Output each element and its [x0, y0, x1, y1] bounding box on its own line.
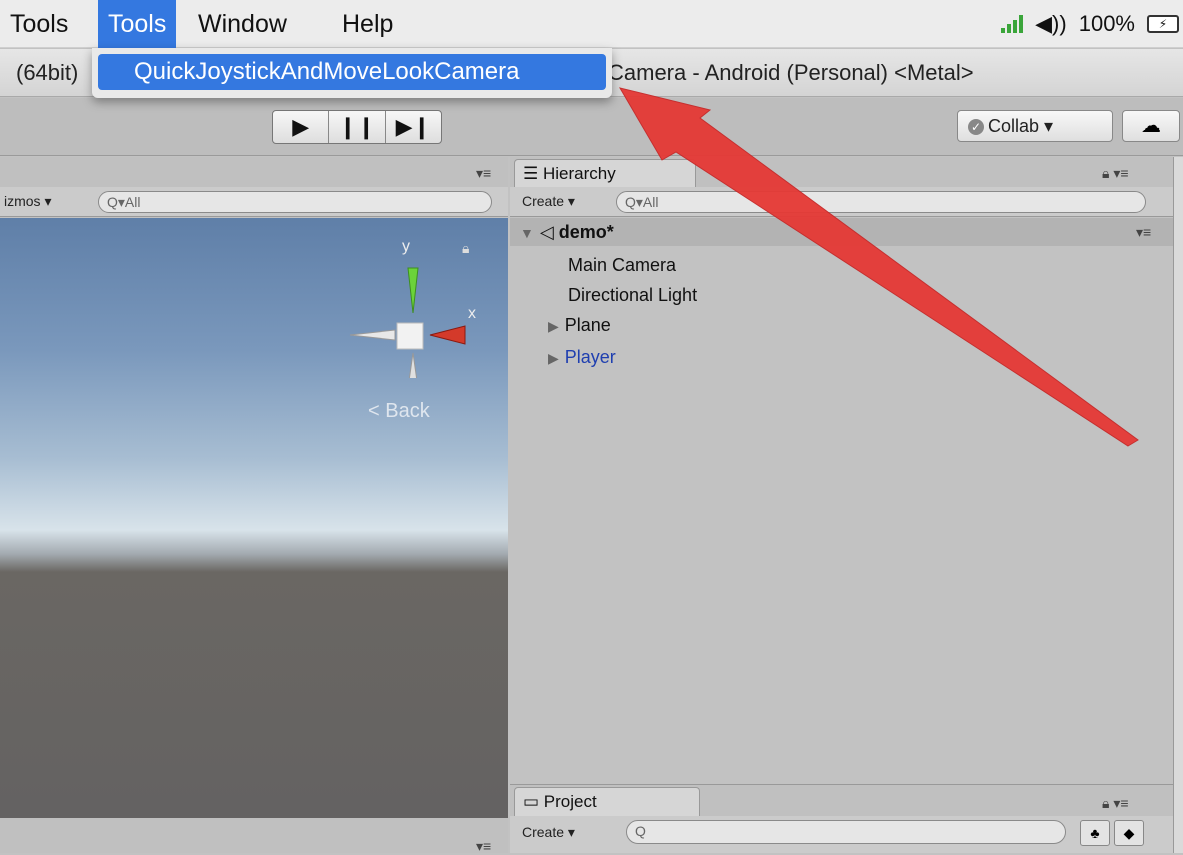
lock-icon[interactable]: 🔒︎ — [462, 240, 469, 257]
expand-arrow-icon[interactable]: ▶ — [548, 318, 559, 334]
list-item[interactable]: Main Camera — [568, 250, 676, 280]
menu-bar: Tools Tools Window Help ◀)) 100% ⚡ — [0, 0, 1183, 48]
hierarchy-create-button[interactable]: Create ▾ — [522, 193, 575, 210]
list-item[interactable]: ▶ Plane — [548, 310, 611, 341]
panel-menu-icon[interactable]: ▾≡ — [1136, 218, 1151, 246]
menu-item-quick-joystick[interactable]: QuickJoystickAndMoveLookCamera — [98, 54, 606, 90]
scene-view[interactable]: y x 🔒︎ < Back — [0, 218, 508, 818]
expand-arrow-icon[interactable]: ▼ — [520, 225, 534, 241]
step-icon[interactable]: ▶❙ — [386, 111, 441, 143]
battery-percent: 100% — [1078, 11, 1135, 36]
scene-header: ▾≡ — [0, 157, 508, 187]
volume-icon[interactable]: ◀)) — [1035, 11, 1067, 37]
hierarchy-icon: ☰ — [523, 164, 543, 183]
unity-icon: ◁ — [539, 222, 559, 242]
collab-label: Collab ▾ — [988, 116, 1054, 136]
pause-icon[interactable]: ❙❙ — [329, 111, 386, 143]
x-axis-cone — [429, 325, 466, 345]
scene-name: demo* — [558, 222, 614, 242]
menu-window[interactable]: Window — [188, 0, 297, 48]
tab-project[interactable]: ▭ Project — [514, 787, 700, 817]
scene-row[interactable]: ▼ ◁ demo* ▾≡ — [510, 218, 1173, 246]
title-right-text: Camera - Android (Personal) <Metal> — [608, 60, 974, 85]
axis-x-label: x — [468, 305, 476, 322]
signal-icon[interactable] — [1001, 15, 1024, 33]
list-item-label: Player — [564, 347, 616, 367]
neg-x-axis-cone — [349, 329, 396, 341]
project-toolbar: Create ▾ Q ♣ ◆ — [510, 816, 1173, 853]
scene-search-input[interactable]: Q▾All — [98, 191, 492, 213]
right-panel-edge — [1173, 157, 1183, 853]
filter-type-icon[interactable]: ♣ — [1080, 820, 1110, 846]
project-tab-label: Project — [543, 792, 597, 811]
panel-menu-icon[interactable]: ▾≡ — [476, 165, 491, 182]
project-search-input[interactable]: Q — [626, 820, 1066, 844]
tab-hierarchy[interactable]: ☰ Hierarchy — [514, 159, 696, 187]
status-area: ◀)) 100% ⚡ — [1001, 0, 1183, 48]
hierarchy-search-input[interactable]: Q▾All — [616, 191, 1146, 213]
play-controls: ▶ ❙❙ ▶❙ — [272, 110, 442, 144]
scene-bottom-bar: ▾≡ — [0, 818, 508, 855]
panel-menu-icon[interactable]: ▾≡ — [476, 838, 491, 855]
cloud-icon[interactable]: ☁ — [1122, 110, 1180, 142]
gizmos-dropdown[interactable]: izmos ▾ — [4, 193, 51, 210]
expand-arrow-icon[interactable]: ▶ — [548, 350, 559, 366]
menu-help[interactable]: Help — [332, 0, 403, 48]
play-icon[interactable]: ▶ — [273, 111, 330, 143]
neg-y-axis-cone — [408, 352, 418, 378]
back-label: < Back — [368, 400, 430, 422]
menu-tools[interactable]: Tools — [98, 0, 177, 48]
hierarchy-toolbar: Create ▾ Q▾All — [510, 187, 1173, 217]
project-create-button[interactable]: Create ▾ — [522, 824, 575, 841]
hierarchy-tab-label: Hierarchy — [542, 164, 616, 183]
collab-button[interactable]: ✓ Collab ▾ — [957, 110, 1113, 142]
project-tab-row: ▭ Project 🔒︎ ▾≡ — [510, 784, 1173, 817]
gizmo-center — [396, 322, 424, 350]
hierarchy-list: ▼ ◁ demo* ▾≡ Main Camera Directional Ligh… — [510, 218, 1173, 774]
scene-toolbar: izmos ▾ Q▾All — [0, 187, 508, 217]
list-item-label: Plane — [564, 315, 611, 335]
list-item[interactable]: ▶ Player — [548, 342, 616, 373]
title-left-text: (64bit) — [16, 60, 79, 85]
menu-tools-app[interactable]: Tools — [0, 0, 78, 48]
y-axis-cone — [407, 267, 419, 314]
axis-y-label: y — [402, 238, 410, 255]
hierarchy-tab-row: ☰ Hierarchy 🔒︎ ▾≡ — [510, 157, 1173, 187]
lock-icon[interactable]: 🔒︎ ▾≡ — [1102, 165, 1129, 182]
filter-label-icon[interactable]: ◆ — [1114, 820, 1144, 846]
check-icon: ✓ — [968, 119, 984, 136]
battery-icon[interactable]: ⚡ — [1147, 15, 1179, 33]
lock-icon[interactable]: 🔒︎ ▾≡ — [1102, 795, 1129, 812]
list-item[interactable]: Directional Light — [568, 280, 697, 310]
folder-icon: ▭ — [523, 792, 544, 811]
tools-dropdown: QuickJoystickAndMoveLookCamera — [92, 48, 612, 98]
